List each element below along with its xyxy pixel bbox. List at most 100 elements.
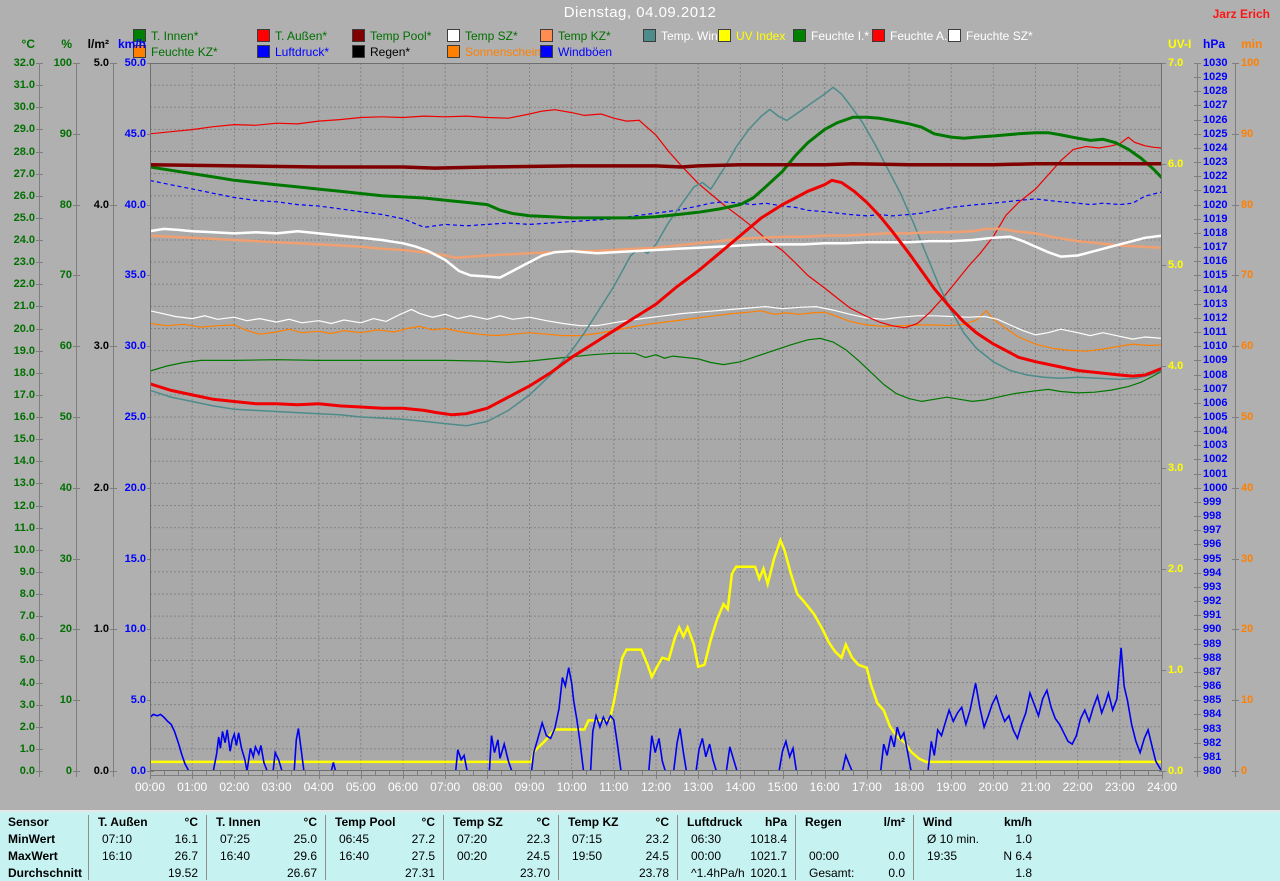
- x-axis-label: 19:00: [936, 780, 967, 794]
- x-axis-minor-tick: [782, 771, 784, 779]
- legend-item-temp-wind: Temp. Wind*: [643, 29, 729, 43]
- axis-tick: [1194, 657, 1201, 659]
- x-axis-minor-tick: [332, 771, 334, 776]
- x-axis-minor-tick: [641, 771, 643, 776]
- axis-tick: [36, 616, 43, 618]
- stats-col-unit: hPa: [764, 815, 787, 829]
- x-axis-label: 08:00: [472, 780, 503, 794]
- axis-tick: [36, 151, 43, 153]
- legend-item-t-außen: T. Außen*: [257, 28, 328, 43]
- axis-tick: [36, 439, 43, 441]
- axis-tick: [1194, 261, 1201, 263]
- legend-item-label: T. Außen*: [275, 28, 328, 43]
- axis-tick-label-c: 32.0: [13, 57, 35, 69]
- legend-item-label: Windböen: [558, 44, 613, 59]
- x-axis-minor-tick: [965, 771, 967, 776]
- stats-cell-value: 27.31: [404, 866, 435, 880]
- axis-tick-label-kmh: 30.0: [124, 340, 146, 353]
- x-axis-minor-tick: [1105, 771, 1107, 776]
- axis-tick-label-hpa: 991: [1203, 609, 1222, 622]
- x-axis-minor-tick: [880, 771, 882, 776]
- axis-tick-label-c: 10.0: [13, 543, 35, 556]
- axis-tick-label-hpa: 1009: [1203, 354, 1228, 367]
- x-axis-minor-tick: [993, 771, 995, 779]
- axis-tick: [1194, 558, 1201, 560]
- legend-swatch-icon: [352, 45, 365, 58]
- axis-tick: [1194, 332, 1201, 334]
- axis-tick-label-hpa: 1006: [1203, 396, 1228, 409]
- x-axis-minor-tick: [346, 771, 348, 776]
- axis-tick-label-pct: 10: [59, 694, 72, 707]
- axis-tick: [1194, 346, 1201, 348]
- axis-tick-label-c: 23.0: [13, 256, 35, 269]
- x-axis-minor-tick: [220, 771, 222, 776]
- x-axis-minor-tick: [164, 771, 166, 776]
- x-axis-minor-tick: [557, 771, 559, 776]
- axis-tick-label-hpa: 994: [1203, 566, 1222, 579]
- x-axis-minor-tick: [656, 771, 657, 779]
- axis-tick: [1194, 162, 1201, 164]
- axis-tick: [1194, 544, 1201, 546]
- stats-cell-value: 25.0: [293, 832, 317, 846]
- axis-tick-label-c: 14.0: [13, 455, 35, 468]
- axis-tick-label-c: 5.0: [19, 654, 35, 667]
- axis-tick: [1194, 190, 1201, 192]
- x-axis-minor-tick: [824, 771, 826, 779]
- axis-header-hpa: hPa: [1203, 37, 1226, 51]
- axis-tick-label-c: 3.0: [19, 698, 35, 711]
- x-axis-minor-tick: [248, 771, 250, 776]
- x-axis-minor-tick: [1049, 771, 1051, 776]
- x-axis-label: 14:00: [725, 780, 756, 794]
- axis-tick-label-hpa: 998: [1203, 510, 1222, 523]
- x-axis-minor-tick: [768, 771, 770, 776]
- axis-tick: [36, 594, 43, 595]
- axis-tick-label-hpa: 987: [1203, 665, 1222, 678]
- x-axis-minor-tick: [178, 771, 180, 776]
- axis-tick: [1194, 91, 1201, 93]
- axis-tick: [1194, 501, 1201, 503]
- x-axis-label: 17:00: [851, 780, 882, 794]
- axis-tick: [1194, 728, 1201, 730]
- x-axis-minor-tick: [473, 771, 475, 776]
- axis-tick-label-hpa: 1013: [1203, 297, 1228, 310]
- axis-tick: [36, 505, 43, 507]
- x-axis-label: 24:00: [1146, 780, 1178, 794]
- axis-tick-label-hpa: 1028: [1203, 85, 1228, 98]
- legend-item-temp-kz: Temp KZ*: [540, 29, 611, 43]
- weather-graph-window: Dienstag, 04.09.2012 Jarz Erich T. Innen…: [0, 0, 1280, 881]
- axis-tick: [1232, 133, 1239, 135]
- axis-tick: [1194, 417, 1201, 418]
- axis-tick-label-c: 21.0: [13, 300, 35, 313]
- x-axis-minor-tick: [810, 771, 812, 776]
- stats-cell-value: 19.52: [167, 866, 198, 880]
- axis-tick: [1194, 275, 1201, 277]
- axis-tick-label-uv: 1.0: [1168, 663, 1184, 676]
- x-axis-minor-tick: [627, 771, 629, 776]
- axis-tick: [1194, 77, 1201, 79]
- x-axis-minor-tick: [1063, 771, 1065, 776]
- axis-tick: [36, 262, 43, 264]
- x-axis-label: 13:00: [683, 780, 714, 794]
- axis-tick-label-c: 27.0: [13, 167, 35, 180]
- x-axis-label: 04:00: [303, 780, 334, 794]
- axis-tick: [1194, 742, 1201, 744]
- legend-item-label: Temp Pool*: [370, 28, 432, 43]
- x-axis-minor-tick: [754, 771, 756, 776]
- axis-tick: [36, 527, 43, 529]
- axis-tick: [1232, 63, 1239, 64]
- axis-tick-label-c: 9.0: [19, 565, 35, 578]
- stats-cell-value: 0.0: [888, 849, 905, 863]
- axis-tick-label-hpa: 1001: [1203, 467, 1228, 480]
- axis-tick: [1194, 445, 1201, 447]
- axis-tick-label-pct: 0: [65, 765, 72, 777]
- axis-tick: [1232, 558, 1239, 560]
- stats-column-separator: [443, 815, 444, 880]
- axis-header-min: min: [1241, 37, 1263, 51]
- legend-swatch-icon: [793, 29, 806, 42]
- stats-cell-value: 1018.4: [750, 832, 787, 846]
- x-axis-minor-tick: [571, 771, 573, 779]
- x-axis-minor-tick: [1007, 771, 1009, 776]
- legend-swatch-icon: [540, 29, 553, 42]
- x-axis-minor-tick: [388, 771, 390, 776]
- axis-tick-label-hpa: 1011: [1203, 326, 1227, 339]
